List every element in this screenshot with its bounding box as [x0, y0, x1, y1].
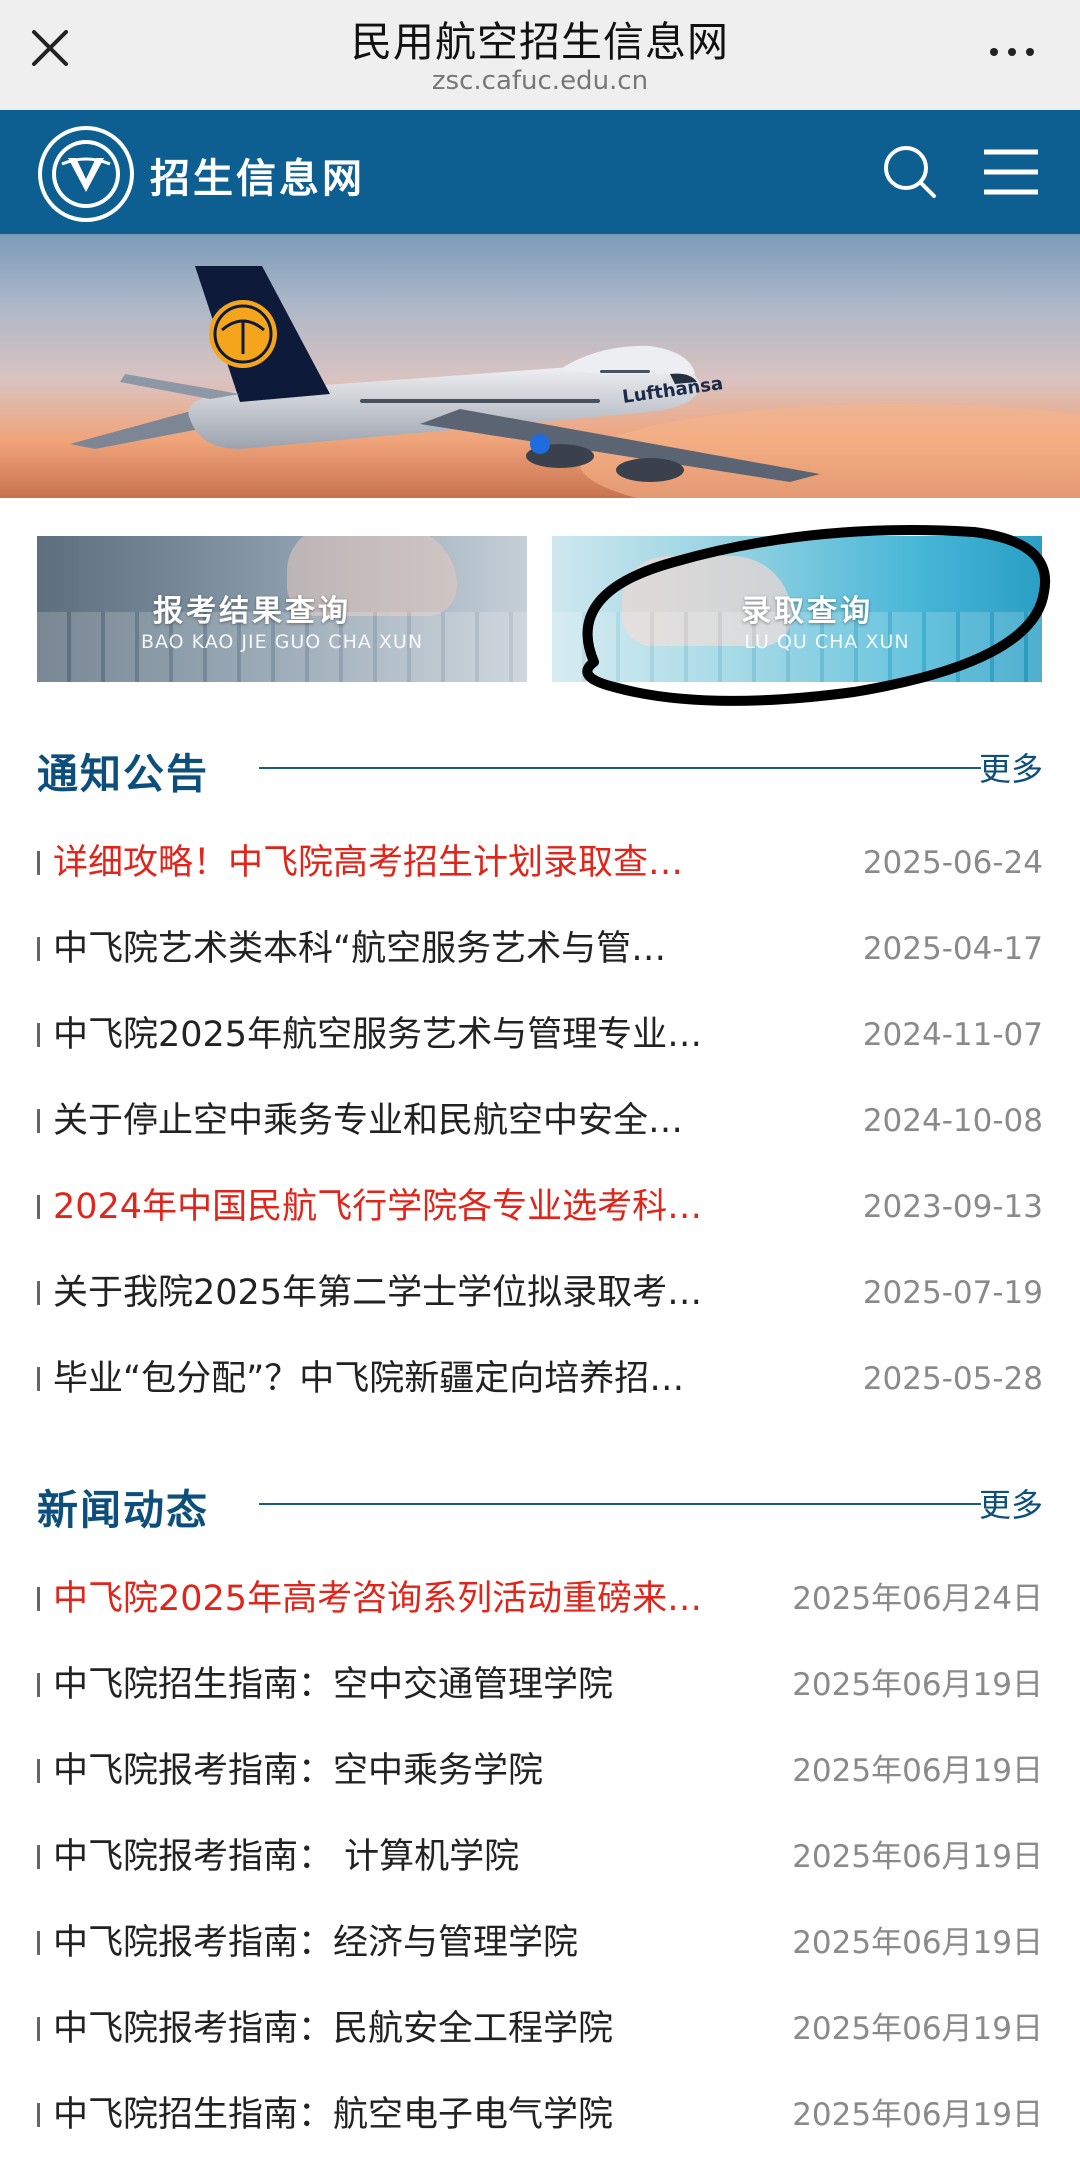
site-name[interactable]: 招生信息网 — [150, 146, 365, 204]
item-title[interactable]: 2024年中国民航飞行学院各专业选考科… — [53, 1179, 813, 1235]
item-title[interactable]: 详细攻略！中飞院高考招生计划录取查… — [53, 835, 813, 891]
item-date: 2024-11-07 — [862, 1017, 1043, 1053]
item-title[interactable]: 中飞院招生指南：航空电子电气学院 — [53, 2087, 793, 2143]
bullet-bar — [37, 851, 40, 875]
item-title[interactable]: 中飞院招生指南：空中交通管理学院 — [53, 1657, 793, 1713]
admission-query-tile[interactable]: 录取查询 LU QU CHA XUN — [552, 536, 1042, 682]
item-date: 2025年06月19日 — [792, 2097, 1043, 2133]
news-item[interactable]: 中飞院招生指南：空中交通管理学院 2025年06月19日 — [37, 1657, 1043, 1713]
section-divider — [259, 1503, 981, 1505]
item-date: 2025年06月19日 — [792, 1839, 1043, 1875]
news-item[interactable]: 中飞院报考指南：空中乘务学院 2025年06月19日 — [37, 1743, 1043, 1799]
bullet-bar — [37, 1845, 40, 1869]
bullet-bar — [37, 2103, 40, 2127]
bullet-bar — [37, 1759, 40, 1783]
item-date: 2025年06月19日 — [792, 1753, 1043, 1789]
logo-emblem-icon[interactable] — [36, 124, 136, 224]
section-divider — [259, 767, 981, 769]
airplane-illustration — [70, 266, 1080, 498]
item-title[interactable]: 中飞院报考指南：经济与管理学院 — [53, 1915, 793, 1971]
item-date: 2023-09-13 — [862, 1189, 1043, 1225]
bullet-bar — [37, 1195, 40, 1219]
search-icon[interactable] — [880, 142, 940, 202]
notice-item[interactable]: 中飞院2025年航空服务艺术与管理专业… 2024-11-07 — [37, 1007, 1043, 1063]
notices-header: 通知公告 更多 — [37, 736, 1043, 798]
tile-title: 报考结果查询 — [153, 594, 351, 629]
notice-item[interactable]: 关于停止空中乘务专业和民航空中安全… 2024-10-08 — [37, 1093, 1043, 1149]
item-date: 2025年06月19日 — [792, 2011, 1043, 2047]
item-date: 2025年06月19日 — [792, 1925, 1043, 1961]
more-options-icon[interactable] — [982, 28, 1042, 68]
notice-item[interactable]: 中飞院艺术类本科“航空服务艺术与管… 2025-04-17 — [37, 921, 1043, 977]
bullet-bar — [37, 1023, 40, 1047]
item-title[interactable]: 中飞院报考指南：空中乘务学院 — [53, 1743, 793, 1799]
site-header: 招生信息网 — [0, 110, 1080, 234]
item-title[interactable]: 中飞院艺术类本科“航空服务艺术与管… — [53, 921, 813, 977]
bullet-bar — [37, 1673, 40, 1697]
bullet-bar — [37, 937, 40, 961]
item-date: 2025-04-17 — [862, 931, 1043, 967]
menu-icon[interactable] — [982, 146, 1040, 198]
item-date: 2024-10-08 — [862, 1103, 1043, 1139]
browser-title: 民用航空招生信息网 — [351, 18, 729, 66]
hero-banner[interactable] — [0, 234, 1080, 498]
bullet-bar — [37, 1109, 40, 1133]
news-title: 新闻动态 — [37, 1486, 209, 1534]
browser-url: zsc.cafuc.edu.cn — [431, 66, 649, 96]
item-date: 2025年06月19日 — [792, 1667, 1043, 1703]
browser-top-bar: 民用航空招生信息网 zsc.cafuc.edu.cn — [0, 0, 1080, 110]
item-title[interactable]: 中飞院报考指南：民航安全工程学院 — [53, 2001, 793, 2057]
item-date: 2025-06-24 — [862, 845, 1043, 881]
item-title[interactable]: 毕业“包分配”？中飞院新疆定向培养招… — [53, 1351, 813, 1407]
item-date: 2025-05-28 — [862, 1361, 1043, 1397]
news-item[interactable]: 中飞院报考指南：经济与管理学院 2025年06月19日 — [37, 1915, 1043, 1971]
item-title[interactable]: 中飞院2025年航空服务艺术与管理专业… — [53, 1007, 813, 1063]
item-date: 2025年06月24日 — [792, 1581, 1043, 1617]
tile-subtitle: LU QU CHA XUN — [744, 631, 910, 653]
bullet-bar — [37, 1587, 40, 1611]
notices-more-link[interactable]: 更多 — [979, 744, 1043, 790]
bullet-bar — [37, 1367, 40, 1391]
item-date: 2025-07-19 — [862, 1275, 1043, 1311]
notice-item[interactable]: 2024年中国民航飞行学院各专业选考科… 2023-09-13 — [37, 1179, 1043, 1235]
news-item[interactable]: 中飞院招生指南：航空电子电气学院 2025年06月19日 — [37, 2087, 1043, 2143]
bullet-bar — [37, 1931, 40, 1955]
item-title[interactable]: 中飞院2025年高考咨询系列活动重磅来… — [53, 1571, 793, 1627]
item-title[interactable]: 关于我院2025年第二学士学位拟录取考… — [53, 1265, 813, 1321]
notice-item[interactable]: 关于我院2025年第二学士学位拟录取考… 2025-07-19 — [37, 1265, 1043, 1321]
tile-subtitle: BAO KAO JIE GUO CHA XUN — [140, 631, 424, 653]
news-more-link[interactable]: 更多 — [979, 1480, 1043, 1526]
news-item[interactable]: 中飞院报考指南： 计算机学院 2025年06月19日 — [37, 1829, 1043, 1885]
item-title[interactable]: 中飞院报考指南： 计算机学院 — [53, 1829, 793, 1885]
notices-title: 通知公告 — [37, 750, 209, 798]
news-item[interactable]: 中飞院2025年高考咨询系列活动重磅来… 2025年06月24日 — [37, 1571, 1043, 1627]
bullet-bar — [37, 1281, 40, 1305]
exam-result-query-tile[interactable]: 报考结果查询 BAO KAO JIE GUO CHA XUN — [37, 536, 527, 682]
tile-title: 录取查询 — [741, 594, 873, 629]
news-header: 新闻动态 更多 — [37, 1472, 1043, 1534]
news-item[interactable]: 中飞院报考指南：民航安全工程学院 2025年06月19日 — [37, 2001, 1043, 2057]
notice-item[interactable]: 详细攻略！中飞院高考招生计划录取查… 2025-06-24 — [37, 835, 1043, 891]
notice-item[interactable]: 毕业“包分配”？中飞院新疆定向培养招… 2025-05-28 — [37, 1351, 1043, 1407]
bullet-bar — [37, 2017, 40, 2041]
item-title[interactable]: 关于停止空中乘务专业和民航空中安全… — [53, 1093, 813, 1149]
